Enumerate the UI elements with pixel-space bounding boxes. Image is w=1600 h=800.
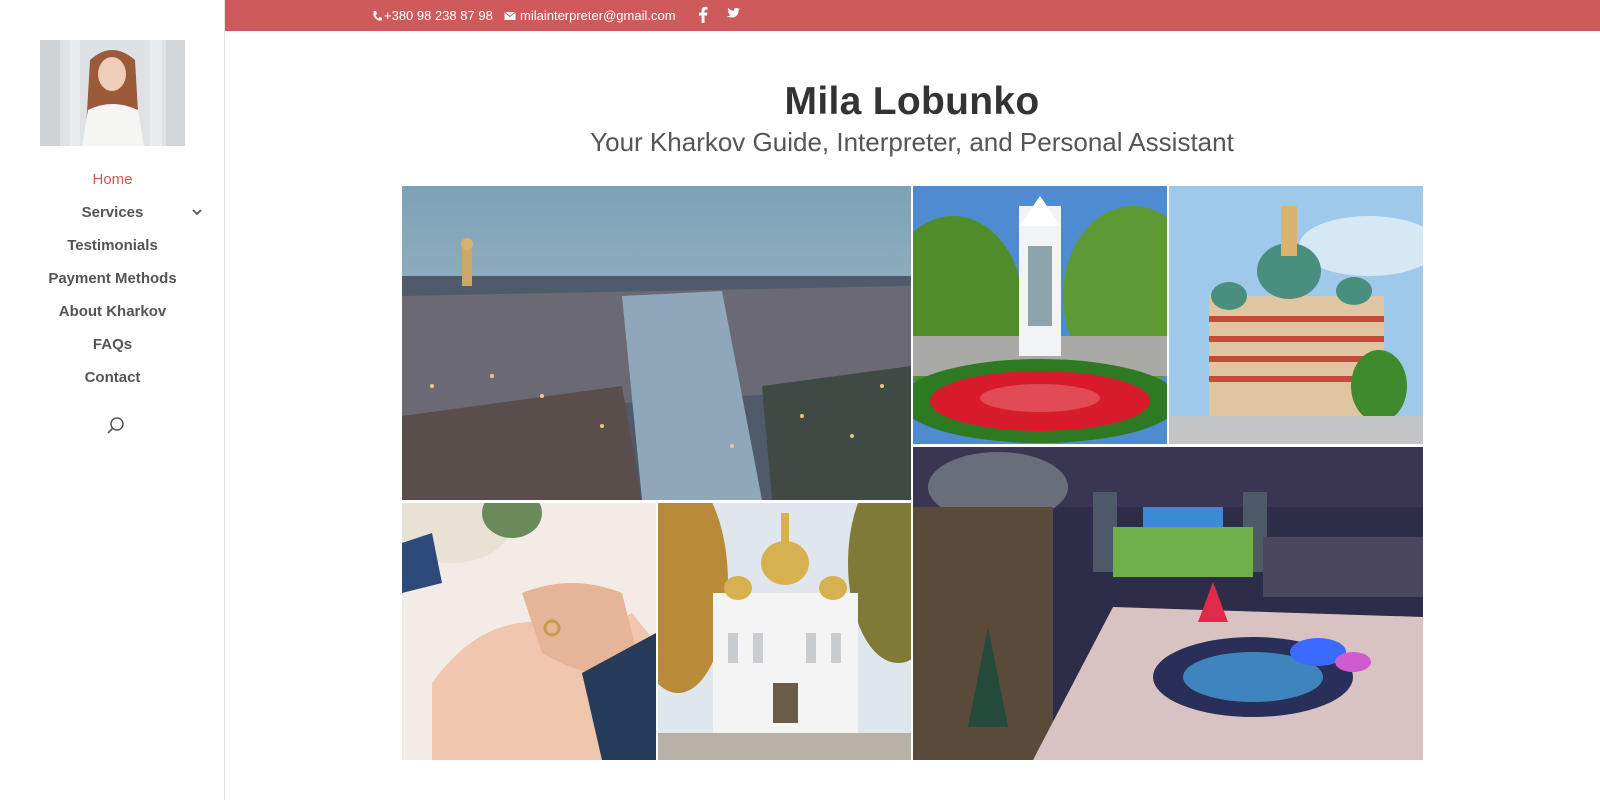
station-photo (913, 447, 1423, 760)
phone-icon (373, 10, 382, 21)
email-contact[interactable]: milainterpreter@gmail.com (504, 8, 676, 23)
page-title: Mila Lobunko (784, 80, 1040, 123)
gallery-image-city[interactable] (402, 186, 911, 500)
city-photo (402, 186, 911, 500)
nav-item-faqs[interactable]: FAQs (0, 333, 225, 366)
nav-item-label: Testimonials (67, 237, 158, 254)
church-photo (658, 503, 911, 760)
nav-item-label: Services (81, 204, 144, 221)
envelope-icon (504, 11, 516, 20)
fountain-photo (913, 186, 1167, 444)
wedding-photo (402, 503, 656, 760)
top-bar: +380 98 238 87 98 milainterpreter@gmail.… (225, 0, 1600, 31)
gallery-image-cathedral[interactable] (1169, 186, 1423, 444)
phone-number: +380 98 238 87 98 (384, 8, 493, 23)
search-icon[interactable] (106, 416, 126, 436)
gallery-image-railway-station[interactable] (913, 447, 1423, 760)
gallery-image-white-church[interactable] (658, 503, 911, 760)
avatar-image (40, 40, 185, 146)
avatar[interactable] (40, 40, 185, 146)
nav-item-label: About Kharkov (58, 303, 167, 320)
nav-item-label: Payment Methods (48, 270, 177, 287)
phone-contact[interactable]: +380 98 238 87 98 (372, 8, 493, 23)
main-nav: Home Services Testimonials Payment Metho… (0, 168, 225, 399)
nav-item-about-kharkov[interactable]: About Kharkov (0, 300, 225, 333)
gallery-image-fountain[interactable] (913, 186, 1167, 444)
nav-item-contact[interactable]: Contact (0, 366, 225, 399)
nav-item-services[interactable]: Services (0, 201, 225, 234)
nav-item-home[interactable]: Home (0, 168, 225, 201)
twitter-icon[interactable] (723, 7, 740, 22)
nav-item-testimonials[interactable]: Testimonials (0, 234, 225, 267)
sidebar: Home Services Testimonials Payment Metho… (0, 0, 225, 800)
nav-item-label: Home (92, 171, 133, 188)
gallery-image-wedding-rings[interactable] (402, 503, 656, 760)
page-subtitle: Your Kharkov Guide, Interpreter, and Per… (590, 127, 1234, 157)
cathedral-photo (1169, 186, 1423, 444)
facebook-icon[interactable] (697, 6, 709, 23)
email-address: milainterpreter@gmail.com (520, 8, 676, 23)
nav-item-label: FAQs (92, 336, 133, 353)
nav-item-label: Contact (84, 369, 141, 386)
nav-item-payment-methods[interactable]: Payment Methods (0, 267, 225, 300)
chevron-down-icon[interactable] (190, 201, 204, 225)
